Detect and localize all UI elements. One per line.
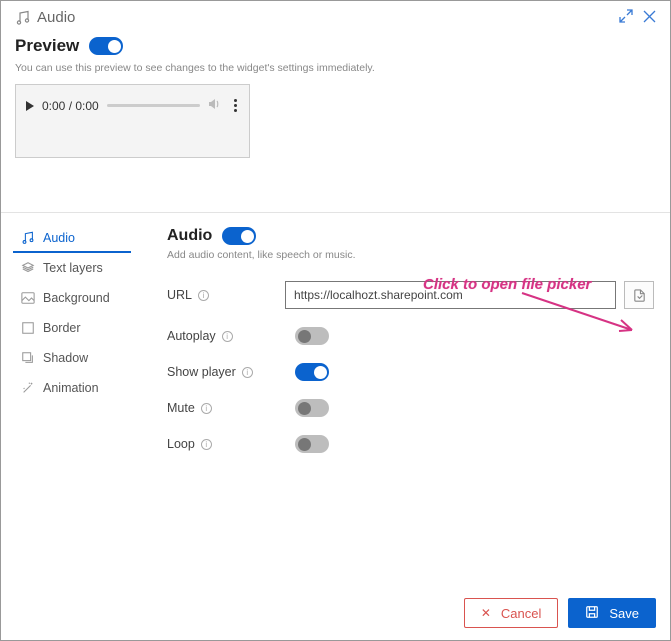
- preview-toggle[interactable]: [89, 37, 123, 55]
- info-icon[interactable]: i: [222, 331, 233, 342]
- save-button[interactable]: Save: [568, 598, 656, 628]
- preview-heading: Preview: [15, 36, 79, 56]
- url-field: URL i: [167, 281, 654, 309]
- layers-icon: [21, 261, 35, 275]
- audio-seek-track[interactable]: [107, 104, 200, 107]
- cancel-button[interactable]: ✕ Cancel: [464, 598, 559, 628]
- mute-toggle[interactable]: [295, 399, 329, 417]
- tab-label: Animation: [43, 381, 99, 395]
- dialog-footer: ✕ Cancel Save: [464, 598, 656, 628]
- mute-field: Mutei: [167, 399, 654, 417]
- tab-label: Audio: [43, 231, 75, 245]
- url-label: URL: [167, 288, 192, 302]
- tab-label: Text layers: [43, 261, 103, 275]
- tab-border[interactable]: Border: [13, 313, 131, 343]
- info-icon[interactable]: i: [198, 290, 209, 301]
- audio-panel: Audio Add audio content, like speech or …: [131, 213, 658, 471]
- save-icon: [585, 605, 599, 622]
- panel-subtitle: Add audio content, like speech or music.: [167, 249, 654, 261]
- audio-time: 0:00 / 0:00: [42, 99, 99, 113]
- wand-icon: [21, 381, 35, 395]
- file-picker-button[interactable]: [624, 281, 654, 309]
- expand-icon[interactable]: [619, 9, 633, 26]
- tab-audio[interactable]: Audio: [13, 223, 131, 253]
- showplayer-toggle[interactable]: [295, 363, 329, 381]
- loop-label: Loop: [167, 437, 195, 451]
- dialog-title: Audio: [37, 9, 75, 26]
- showplayer-label: Show player: [167, 365, 236, 379]
- music-icon: [15, 10, 31, 26]
- autoplay-toggle[interactable]: [295, 327, 329, 345]
- panel-title: Audio: [167, 227, 212, 245]
- loop-field: Loopi: [167, 435, 654, 453]
- image-icon: [21, 291, 35, 305]
- settings-tabs: Audio Text layers Background Border Shad…: [13, 213, 131, 471]
- info-icon[interactable]: i: [201, 439, 212, 450]
- tab-text-layers[interactable]: Text layers: [13, 253, 131, 283]
- tab-shadow[interactable]: Shadow: [13, 343, 131, 373]
- play-icon[interactable]: [26, 101, 34, 111]
- url-input[interactable]: [285, 281, 616, 309]
- mute-label: Mute: [167, 401, 195, 415]
- autoplay-field: Autoplay i: [167, 327, 654, 345]
- tab-background[interactable]: Background: [13, 283, 131, 313]
- tab-label: Border: [43, 321, 81, 335]
- music-icon: [21, 231, 35, 245]
- audio-more-icon[interactable]: [232, 99, 239, 112]
- save-label: Save: [609, 606, 639, 621]
- cancel-label: Cancel: [501, 606, 541, 621]
- loop-toggle[interactable]: [295, 435, 329, 453]
- tab-label: Background: [43, 291, 110, 305]
- close-icon[interactable]: [643, 10, 656, 26]
- preview-section: Preview You can use this preview to see …: [1, 30, 670, 158]
- audio-preview-box: 0:00 / 0:00: [15, 84, 250, 158]
- preview-hint: You can use this preview to see changes …: [15, 62, 656, 74]
- shadow-icon: [21, 351, 35, 365]
- close-icon: ✕: [481, 606, 491, 620]
- info-icon[interactable]: i: [242, 367, 253, 378]
- showplayer-field: Show player i: [167, 363, 654, 381]
- volume-icon[interactable]: [208, 97, 224, 114]
- tab-label: Shadow: [43, 351, 88, 365]
- audio-enable-toggle[interactable]: [222, 227, 256, 245]
- dialog-header: Audio: [1, 1, 670, 30]
- info-icon[interactable]: i: [201, 403, 212, 414]
- tab-animation[interactable]: Animation: [13, 373, 131, 403]
- border-icon: [21, 321, 35, 335]
- file-picker-icon: [632, 288, 647, 303]
- autoplay-label: Autoplay: [167, 329, 216, 343]
